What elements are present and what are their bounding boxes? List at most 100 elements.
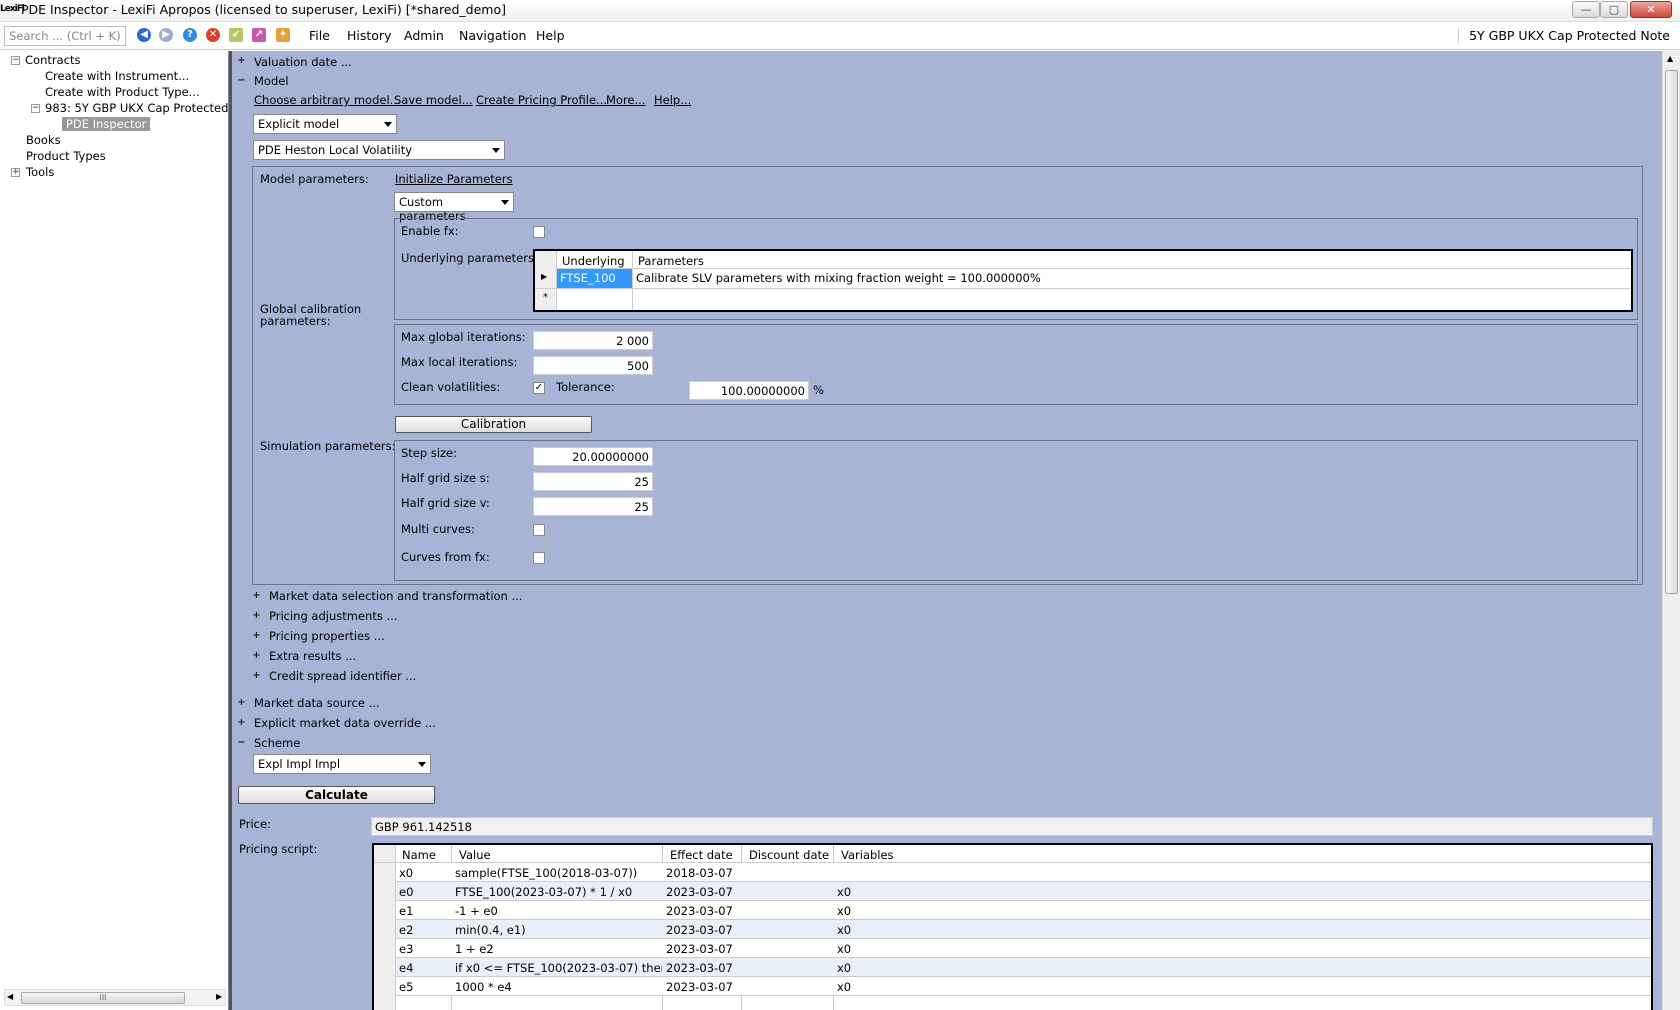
import-icon[interactable]: ↙ <box>229 28 243 42</box>
column-header-discount-date[interactable]: Discount date <box>746 846 832 864</box>
help-link[interactable]: Help... <box>654 93 691 107</box>
back-arrow-icon[interactable]: ◀ <box>137 28 151 42</box>
menu-help[interactable]: Help <box>536 28 565 43</box>
tree-contract-983[interactable]: 983: 5Y GBP UKX Cap Protected Note <box>45 101 259 115</box>
forward-arrow-icon[interactable]: ▶ <box>159 28 173 42</box>
cell-variables <box>834 864 840 868</box>
table-row[interactable]: e0 FTSE_100(2023-03-07) * 1 / x0 2023-03… <box>396 882 1651 901</box>
max-global-iterations-input[interactable]: 2 000 <box>533 331 653 350</box>
help-circle-icon[interactable]: ? <box>183 28 197 42</box>
section-model[interactable]: Model <box>254 74 289 88</box>
cell-discount-date <box>742 864 748 868</box>
menu-file[interactable]: File <box>309 28 330 43</box>
model-type-select[interactable]: PDE Heston Local Volatility <box>253 140 505 160</box>
max-local-iterations-label: Max local iterations: <box>401 355 518 369</box>
section-valuation-date[interactable]: Valuation date ... <box>254 55 352 69</box>
tree-product-types[interactable]: Product Types <box>26 149 106 163</box>
half-grid-s-input[interactable]: 25 <box>533 472 653 491</box>
collapse-icon[interactable]: − <box>31 104 40 113</box>
scroll-thumb[interactable]: III <box>21 992 185 1004</box>
calibration-button[interactable]: Calibration <box>395 416 592 433</box>
expand-icon[interactable]: + <box>237 698 246 708</box>
collapse-icon[interactable]: − <box>237 738 246 748</box>
section-credit-spread[interactable]: Credit spread identifier ... <box>269 669 416 683</box>
expand-icon[interactable]: + <box>252 671 261 681</box>
calculate-button[interactable]: Calculate <box>238 786 435 804</box>
save-model-link[interactable]: Save model... <box>394 93 473 107</box>
tree-pde-inspector[interactable]: PDE Inspector <box>62 117 151 131</box>
menu-navigation[interactable]: Navigation <box>459 28 526 43</box>
tree-create-product-type[interactable]: Create with Product Type... <box>45 85 200 99</box>
scroll-up-icon[interactable]: ▲ <box>1667 54 1673 63</box>
initialize-parameters-link[interactable]: Initialize Parameters <box>395 172 513 186</box>
cell-parameters[interactable]: Calibrate SLV parameters with mixing fra… <box>633 269 1044 287</box>
price-value: GBP 961.142518 <box>371 817 1653 836</box>
expand-icon[interactable]: + <box>237 56 246 66</box>
tree-contracts[interactable]: Contracts <box>25 53 80 67</box>
table-row[interactable]: x0 sample(FTSE_100(2018-03-07)) 2018-03-… <box>396 863 1651 882</box>
column-header-variables[interactable]: Variables <box>838 846 897 864</box>
horizontal-scrollbar[interactable]: ◀ III ▶ <box>4 989 226 1006</box>
multi-curves-checkbox[interactable] <box>533 524 545 536</box>
column-header-underlying[interactable]: Underlying <box>559 252 628 270</box>
scroll-left-icon[interactable]: ◀ <box>7 992 13 1001</box>
stop-icon[interactable]: ✕ <box>206 28 220 42</box>
column-header-effect-date[interactable]: Effect date <box>667 846 736 864</box>
half-grid-v-input[interactable]: 25 <box>533 497 653 516</box>
section-market-data-source[interactable]: Market data source ... <box>254 696 380 710</box>
table-row[interactable]: e2 min(0.4, e1) 2023-03-07 x0 <box>396 920 1651 939</box>
scroll-thumb[interactable] <box>1665 70 1678 594</box>
close-button[interactable]: ✕ <box>1630 1 1672 18</box>
table-row[interactable]: e5 1000 * e4 2023-03-07 x0 <box>396 977 1651 996</box>
expand-icon[interactable]: + <box>252 611 261 621</box>
section-market-data-selection[interactable]: Market data selection and transformation… <box>269 589 522 603</box>
collapse-icon[interactable]: − <box>11 56 20 65</box>
column-header-parameters[interactable]: Parameters <box>635 252 707 270</box>
export-icon[interactable]: ↗ <box>252 28 266 42</box>
menu-admin[interactable]: Admin <box>404 28 444 43</box>
table-row[interactable]: e1 -1 + e0 2023-03-07 x0 <box>396 901 1651 920</box>
collapse-icon[interactable]: − <box>237 76 246 86</box>
expand-icon[interactable]: + <box>11 168 20 177</box>
expand-icon[interactable]: + <box>252 651 261 661</box>
max-local-iterations-input[interactable]: 500 <box>533 356 653 375</box>
scheme-select[interactable]: Expl Impl Impl <box>253 754 431 774</box>
expand-icon[interactable]: + <box>252 591 261 601</box>
maximize-button[interactable]: ▢ <box>1600 1 1628 18</box>
section-explicit-override[interactable]: Explicit market data override ... <box>254 716 436 730</box>
choose-model-link[interactable]: Choose arbitrary model... <box>254 93 401 107</box>
wand-icon[interactable]: ✦ <box>276 28 290 42</box>
vertical-scrollbar[interactable]: ▲ <box>1662 51 1680 1010</box>
menu-history[interactable]: History <box>347 28 391 43</box>
create-pricing-profile-link[interactable]: Create Pricing Profile... <box>476 93 607 107</box>
section-pricing-properties[interactable]: Pricing properties ... <box>269 629 385 643</box>
column-header-value[interactable]: Value <box>456 846 494 864</box>
table-row[interactable]: e4 if x0 <= FTSE_100(2023-03-07) then e3… <box>396 958 1651 977</box>
cell-variables: x0 <box>837 904 852 918</box>
step-size-input[interactable]: 20.00000000 <box>533 447 653 466</box>
cell-variables: x0 <box>837 885 852 899</box>
pricing-script-grid[interactable]: Name Value Effect date Discount date Var… <box>372 843 1653 1010</box>
column-header-name[interactable]: Name <box>399 846 439 864</box>
more-link[interactable]: More... <box>606 93 645 107</box>
search-input[interactable]: Search ... (Ctrl + K) <box>4 26 126 46</box>
enable-fx-checkbox[interactable] <box>533 226 545 238</box>
table-row[interactable]: e3 1 + e2 2023-03-07 x0 <box>396 939 1651 958</box>
section-pricing-adjustments[interactable]: Pricing adjustments ... <box>269 609 397 623</box>
section-scheme[interactable]: Scheme <box>254 736 300 750</box>
params-mode-select[interactable]: Custom parameters <box>394 192 514 223</box>
minimize-button[interactable]: — <box>1572 1 1600 18</box>
scroll-right-icon[interactable]: ▶ <box>216 992 222 1001</box>
tolerance-input[interactable]: 100.00000000 <box>689 381 809 400</box>
expand-icon[interactable]: + <box>237 718 246 728</box>
section-extra-results[interactable]: Extra results ... <box>269 649 356 663</box>
cell-underlying[interactable]: FTSE_100 <box>557 269 632 288</box>
expand-icon[interactable]: + <box>252 631 261 641</box>
model-kind-select[interactable]: Explicit model <box>253 114 397 134</box>
tree-tools[interactable]: Tools <box>26 165 54 179</box>
curves-from-fx-checkbox[interactable] <box>533 552 545 564</box>
clean-volatilities-checkbox[interactable]: ✓ <box>533 382 545 394</box>
tree-books[interactable]: Books <box>26 133 61 147</box>
underlying-grid[interactable]: Underlying Parameters ▶ FTSE_100 Calibra… <box>533 249 1633 312</box>
tree-create-instrument[interactable]: Create with Instrument... <box>45 69 189 83</box>
